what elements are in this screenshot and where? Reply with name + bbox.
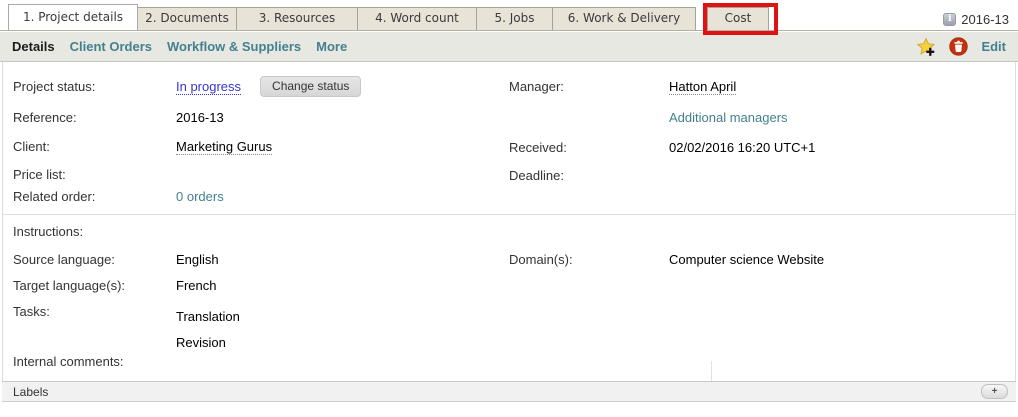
field-project-status: Project status: In progress Change statu…: [13, 79, 361, 97]
tab-documents[interactable]: 2. Documents: [137, 7, 237, 30]
tab-word-count[interactable]: 4. Word count: [357, 7, 477, 30]
column-divider: [711, 361, 712, 381]
tab-project-details[interactable]: 1. Project details: [8, 4, 138, 30]
field-label: Target language(s):: [13, 278, 176, 293]
edit-button[interactable]: Edit: [981, 39, 1006, 54]
field-related-order: Related order: 0 orders: [13, 189, 224, 204]
field-reference: Reference: 2016-13: [13, 110, 224, 125]
field-internal-comments: Internal comments:: [13, 354, 176, 369]
field-label: Tasks:: [13, 304, 176, 319]
field-domains: Domain(s): Computer science Website: [509, 252, 824, 267]
main-tab-bar: 1. Project details 2. Documents 3. Resou…: [0, 0, 1018, 31]
record-reference-text: 2016-13: [961, 12, 1009, 27]
info-icon: i: [943, 13, 956, 26]
source-language-value: English: [176, 252, 219, 267]
labels-title: Labels: [13, 385, 48, 399]
details-panel: Project status: In progress Change statu…: [2, 62, 1016, 381]
field-source-language: Source language: English: [13, 252, 219, 267]
tab-work-delivery[interactable]: 6. Work & Delivery: [552, 7, 696, 30]
tab-resources[interactable]: 3. Resources: [236, 7, 358, 30]
tasks-value: Translation Revision: [176, 304, 240, 356]
reference-value: 2016-13: [176, 110, 224, 125]
field-label: Price list:: [13, 167, 176, 182]
field-additional-managers: Additional managers: [509, 110, 788, 125]
add-label-button[interactable]: +: [981, 384, 1008, 399]
subbar-actions: Edit: [916, 37, 1006, 57]
task-item: Translation: [176, 304, 240, 330]
field-deadline: Deadline:: [509, 168, 669, 183]
delete-icon[interactable]: [949, 37, 968, 56]
subtab-more[interactable]: More: [316, 39, 347, 54]
received-value: 02/02/2016 16:20 UTC+1: [669, 140, 815, 155]
labels-bar: Labels +: [2, 381, 1016, 402]
record-reference: i 2016-13: [943, 11, 1009, 27]
field-tasks: Tasks: Translation Revision: [13, 304, 240, 356]
field-label: Domain(s):: [509, 252, 669, 267]
target-language-value: French: [176, 278, 216, 293]
subtab-workflow-suppliers[interactable]: Workflow & Suppliers: [167, 39, 301, 54]
additional-managers-link[interactable]: Additional managers: [669, 110, 788, 125]
field-label: Reference:: [13, 110, 176, 125]
section-divider: [3, 214, 1015, 215]
related-orders-link[interactable]: 0 orders: [176, 189, 224, 204]
tab-jobs[interactable]: 5. Jobs: [476, 7, 553, 30]
field-label: Project status:: [13, 79, 176, 94]
field-label: Manager:: [509, 79, 669, 94]
field-label: Deadline:: [509, 168, 669, 183]
star-add-icon[interactable]: [916, 37, 936, 57]
field-target-languages: Target language(s): French: [13, 278, 216, 293]
client-value[interactable]: Marketing Gurus: [176, 139, 272, 155]
task-item: Revision: [176, 330, 240, 356]
sub-tab-bar: Details Client Orders Workflow & Supplie…: [0, 32, 1018, 62]
project-status-link[interactable]: In progress: [176, 79, 241, 95]
field-label: Source language:: [13, 252, 176, 267]
subtab-client-orders[interactable]: Client Orders: [70, 39, 152, 54]
field-label: Related order:: [13, 189, 176, 204]
field-label: Instructions:: [13, 224, 176, 239]
subtab-details[interactable]: Details: [12, 39, 55, 54]
field-received: Received: 02/02/2016 16:20 UTC+1: [509, 140, 815, 155]
tab-cost[interactable]: Cost: [707, 7, 769, 30]
field-label: Client:: [13, 139, 176, 154]
field-instructions: Instructions:: [13, 224, 176, 239]
field-label: Received:: [509, 140, 669, 155]
field-manager: Manager: Hatton April: [509, 79, 736, 95]
project-details-page: 1. Project details 2. Documents 3. Resou…: [0, 0, 1018, 417]
field-price-list: Price list:: [13, 167, 176, 182]
field-client: Client: Marketing Gurus: [13, 139, 272, 155]
manager-value[interactable]: Hatton April: [669, 79, 736, 95]
domains-value: Computer science Website: [669, 252, 824, 267]
change-status-button[interactable]: Change status: [260, 76, 361, 97]
field-label: Internal comments:: [13, 354, 176, 369]
